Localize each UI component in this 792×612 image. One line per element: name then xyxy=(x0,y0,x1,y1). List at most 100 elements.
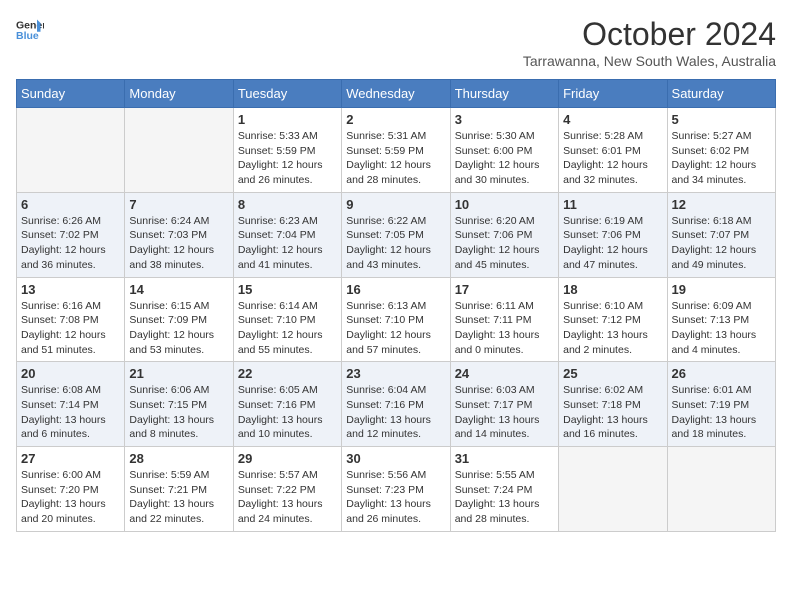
day-info: Sunrise: 5:31 AMSunset: 5:59 PMDaylight:… xyxy=(346,129,445,188)
day-info: Sunrise: 6:18 AMSunset: 7:07 PMDaylight:… xyxy=(672,214,771,273)
day-info: Sunrise: 6:08 AMSunset: 7:14 PMDaylight:… xyxy=(21,383,120,442)
calendar-cell: 14 Sunrise: 6:15 AMSunset: 7:09 PMDayligh… xyxy=(125,277,233,362)
calendar-cell: 25Sunrise: 6:02 AMSunset: 7:18 PMDayligh… xyxy=(559,362,667,447)
calendar-cell xyxy=(17,108,125,193)
calendar-cell xyxy=(667,447,775,532)
calendar-cell: 1 Sunrise: 5:33 AMSunset: 5:59 PMDaylight… xyxy=(233,108,341,193)
day-number: 26 xyxy=(672,366,771,381)
calendar-week-row: 27 Sunrise: 6:00 AMSunset: 7:20 PMDayligh… xyxy=(17,447,776,532)
day-number: 25 xyxy=(563,366,662,381)
day-number: 12 xyxy=(672,197,771,212)
month-title: October 2024 xyxy=(523,16,776,53)
day-info: Sunrise: 6:19 AMSunset: 7:06 PMDaylight:… xyxy=(563,214,662,273)
calendar-cell xyxy=(125,108,233,193)
calendar-cell: 5Sunrise: 5:27 AMSunset: 6:02 PMDaylight… xyxy=(667,108,775,193)
day-number: 31 xyxy=(455,451,554,466)
day-info: Sunrise: 6:10 AMSunset: 7:12 PMDaylight:… xyxy=(563,299,662,358)
calendar-cell: 29 Sunrise: 5:57 AMSunset: 7:22 PMDayligh… xyxy=(233,447,341,532)
day-number: 17 xyxy=(455,282,554,297)
day-number: 11 xyxy=(563,197,662,212)
calendar-cell: 23 Sunrise: 6:04 AMSunset: 7:16 PMDayligh… xyxy=(342,362,450,447)
day-info: Sunrise: 6:24 AMSunset: 7:03 PMDaylight:… xyxy=(129,214,228,273)
day-info: Sunrise: 6:16 AMSunset: 7:08 PMDaylight:… xyxy=(21,299,120,358)
day-info: Sunrise: 6:22 AMSunset: 7:05 PMDaylight:… xyxy=(346,214,445,273)
calendar-cell: 24Sunrise: 6:03 AMSunset: 7:17 PMDayligh… xyxy=(450,362,558,447)
day-number: 21 xyxy=(129,366,228,381)
day-info: Sunrise: 6:05 AMSunset: 7:16 PMDaylight:… xyxy=(238,383,337,442)
day-info: Sunrise: 6:04 AMSunset: 7:16 PMDaylight:… xyxy=(346,383,445,442)
day-info: Sunrise: 5:30 AMSunset: 6:00 PMDaylight:… xyxy=(455,129,554,188)
location-subtitle: Tarrawanna, New South Wales, Australia xyxy=(523,53,776,69)
calendar-cell: 21 Sunrise: 6:06 AMSunset: 7:15 PMDayligh… xyxy=(125,362,233,447)
weekday-header-monday: Monday xyxy=(125,80,233,108)
day-info: Sunrise: 6:20 AMSunset: 7:06 PMDaylight:… xyxy=(455,214,554,273)
day-info: Sunrise: 6:14 AMSunset: 7:10 PMDaylight:… xyxy=(238,299,337,358)
day-info: Sunrise: 6:09 AMSunset: 7:13 PMDaylight:… xyxy=(672,299,771,358)
day-number: 20 xyxy=(21,366,120,381)
day-number: 22 xyxy=(238,366,337,381)
day-number: 19 xyxy=(672,282,771,297)
calendar-cell: 17Sunrise: 6:11 AMSunset: 7:11 PMDayligh… xyxy=(450,277,558,362)
day-number: 23 xyxy=(346,366,445,381)
day-info: Sunrise: 6:00 AMSunset: 7:20 PMDaylight:… xyxy=(21,468,120,527)
day-number: 28 xyxy=(129,451,228,466)
calendar-week-row: 6 Sunrise: 6:26 AMSunset: 7:02 PMDaylight… xyxy=(17,192,776,277)
calendar-cell: 8 Sunrise: 6:23 AMSunset: 7:04 PMDaylight… xyxy=(233,192,341,277)
day-number: 2 xyxy=(346,112,445,127)
day-number: 1 xyxy=(238,112,337,127)
day-info: Sunrise: 6:15 AMSunset: 7:09 PMDaylight:… xyxy=(129,299,228,358)
calendar-cell: 20 Sunrise: 6:08 AMSunset: 7:14 PMDayligh… xyxy=(17,362,125,447)
calendar-week-row: 13 Sunrise: 6:16 AMSunset: 7:08 PMDayligh… xyxy=(17,277,776,362)
calendar-cell: 15Sunrise: 6:14 AMSunset: 7:10 PMDayligh… xyxy=(233,277,341,362)
day-number: 8 xyxy=(238,197,337,212)
calendar-cell: 27 Sunrise: 6:00 AMSunset: 7:20 PMDayligh… xyxy=(17,447,125,532)
day-number: 24 xyxy=(455,366,554,381)
day-number: 4 xyxy=(563,112,662,127)
weekday-header-tuesday: Tuesday xyxy=(233,80,341,108)
calendar-week-row: 20 Sunrise: 6:08 AMSunset: 7:14 PMDayligh… xyxy=(17,362,776,447)
day-info: Sunrise: 5:27 AMSunset: 6:02 PMDaylight:… xyxy=(672,129,771,188)
day-info: Sunrise: 6:23 AMSunset: 7:04 PMDaylight:… xyxy=(238,214,337,273)
day-info: Sunrise: 6:06 AMSunset: 7:15 PMDaylight:… xyxy=(129,383,228,442)
calendar-cell: 26 Sunrise: 6:01 AMSunset: 7:19 PMDayligh… xyxy=(667,362,775,447)
day-number: 30 xyxy=(346,451,445,466)
svg-text:Blue: Blue xyxy=(16,30,39,42)
weekday-header-friday: Friday xyxy=(559,80,667,108)
day-info: Sunrise: 5:55 AMSunset: 7:24 PMDaylight:… xyxy=(455,468,554,527)
day-number: 29 xyxy=(238,451,337,466)
calendar-cell: 30Sunrise: 5:56 AMSunset: 7:23 PMDayligh… xyxy=(342,447,450,532)
calendar-cell: 10Sunrise: 6:20 AMSunset: 7:06 PMDayligh… xyxy=(450,192,558,277)
day-number: 9 xyxy=(346,197,445,212)
day-number: 27 xyxy=(21,451,120,466)
calendar-cell: 19 Sunrise: 6:09 AMSunset: 7:13 PMDayligh… xyxy=(667,277,775,362)
day-info: Sunrise: 5:28 AMSunset: 6:01 PMDaylight:… xyxy=(563,129,662,188)
day-info: Sunrise: 5:33 AMSunset: 5:59 PMDaylight:… xyxy=(238,129,337,188)
page-header: General Blue October 2024 Tarrawanna, Ne… xyxy=(16,16,776,69)
day-number: 18 xyxy=(563,282,662,297)
calendar-cell: 2 Sunrise: 5:31 AMSunset: 5:59 PMDaylight… xyxy=(342,108,450,193)
day-number: 14 xyxy=(129,282,228,297)
title-block: October 2024 Tarrawanna, New South Wales… xyxy=(523,16,776,69)
day-number: 13 xyxy=(21,282,120,297)
weekday-header-saturday: Saturday xyxy=(667,80,775,108)
day-info: Sunrise: 6:26 AMSunset: 7:02 PMDaylight:… xyxy=(21,214,120,273)
day-number: 3 xyxy=(455,112,554,127)
calendar-cell: 4 Sunrise: 5:28 AMSunset: 6:01 PMDaylight… xyxy=(559,108,667,193)
calendar-table: SundayMondayTuesdayWednesdayThursdayFrid… xyxy=(16,79,776,532)
logo: General Blue xyxy=(16,16,44,44)
calendar-cell: 7Sunrise: 6:24 AMSunset: 7:03 PMDaylight… xyxy=(125,192,233,277)
day-number: 16 xyxy=(346,282,445,297)
day-info: Sunrise: 6:01 AMSunset: 7:19 PMDaylight:… xyxy=(672,383,771,442)
calendar-cell: 31 Sunrise: 5:55 AMSunset: 7:24 PMDayligh… xyxy=(450,447,558,532)
day-number: 6 xyxy=(21,197,120,212)
day-info: Sunrise: 5:57 AMSunset: 7:22 PMDaylight:… xyxy=(238,468,337,527)
calendar-cell: 22 Sunrise: 6:05 AMSunset: 7:16 PMDayligh… xyxy=(233,362,341,447)
calendar-week-row: 1 Sunrise: 5:33 AMSunset: 5:59 PMDaylight… xyxy=(17,108,776,193)
weekday-header-sunday: Sunday xyxy=(17,80,125,108)
calendar-cell: 13 Sunrise: 6:16 AMSunset: 7:08 PMDayligh… xyxy=(17,277,125,362)
calendar-cell xyxy=(559,447,667,532)
day-info: Sunrise: 6:13 AMSunset: 7:10 PMDaylight:… xyxy=(346,299,445,358)
calendar-cell: 12 Sunrise: 6:18 AMSunset: 7:07 PMDayligh… xyxy=(667,192,775,277)
weekday-header-wednesday: Wednesday xyxy=(342,80,450,108)
calendar-cell: 3 Sunrise: 5:30 AMSunset: 6:00 PMDaylight… xyxy=(450,108,558,193)
